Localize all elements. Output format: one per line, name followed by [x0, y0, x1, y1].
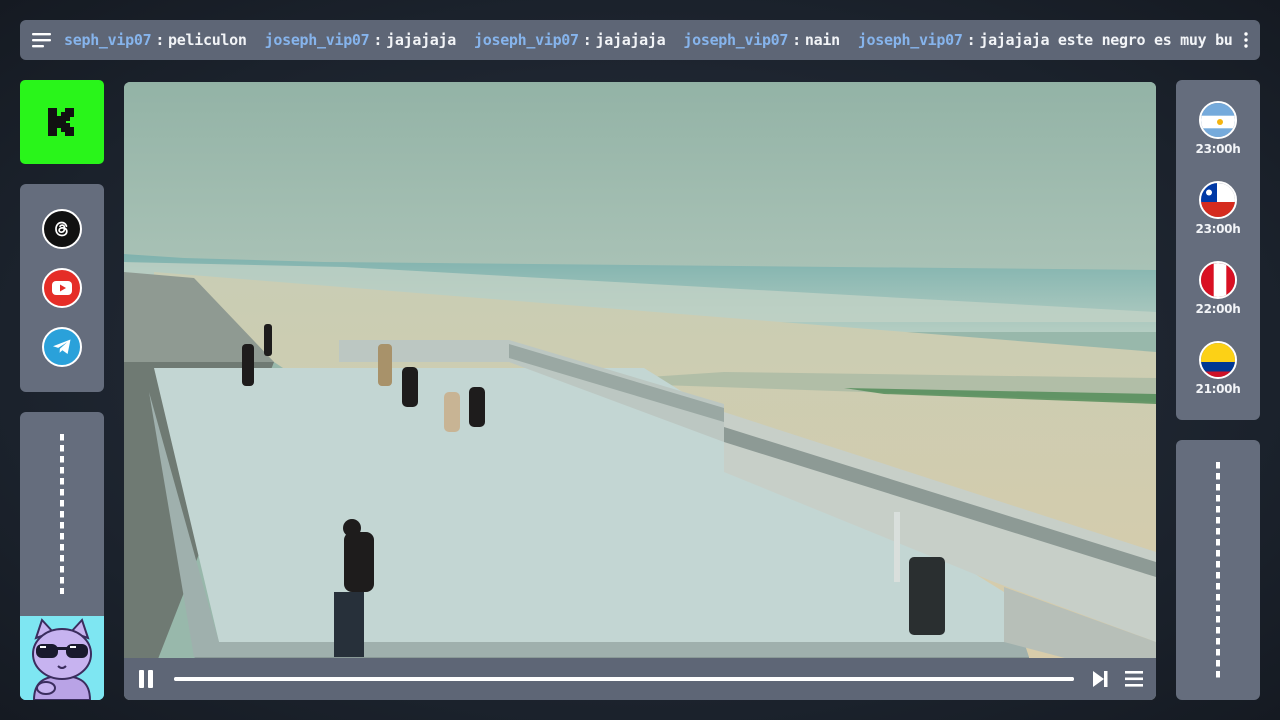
- pause-icon: [139, 670, 153, 688]
- video-controls: [124, 658, 1156, 700]
- cat-avatar: [20, 616, 104, 700]
- pause-button[interactable]: [134, 667, 158, 691]
- chat-message: joseph_vip07: jajajaja: [474, 31, 666, 49]
- video-frame: [124, 82, 1156, 700]
- chat-text: jajajaja este negro es muy buena honda: [979, 31, 1232, 49]
- stream-overlay: seph_vip07: peliculon joseph_vip07: jajaja…: [0, 0, 1280, 720]
- schedule-item-peru: 22:00h: [1176, 261, 1260, 316]
- hamburger-icon: [32, 33, 51, 48]
- schedule-item-chile: 23:00h: [1176, 181, 1260, 236]
- schedule-item-argentina: 23:00h: [1176, 101, 1260, 156]
- chat-username[interactable]: joseph_vip07: [683, 31, 788, 49]
- schedule-time: 23:00h: [1195, 222, 1241, 236]
- more-options-button[interactable]: [1232, 20, 1260, 60]
- chat-separator: :: [582, 31, 592, 49]
- threads-link[interactable]: [42, 209, 82, 249]
- playlist-icon: [1125, 671, 1143, 687]
- youtube-icon: [52, 281, 72, 295]
- schedule-time: 23:00h: [1195, 142, 1241, 156]
- chile-flag-icon: [1199, 181, 1237, 219]
- chat-separator: :: [792, 31, 801, 49]
- chat-message: seph_vip07: peliculon: [64, 31, 247, 49]
- right-side-panel: [1176, 440, 1260, 700]
- youtube-link[interactable]: [42, 268, 82, 308]
- threads-icon: [55, 221, 68, 237]
- dotted-divider: [1216, 462, 1220, 682]
- kick-logo-tile[interactable]: [20, 80, 104, 164]
- peru-flag-icon: [1199, 261, 1237, 299]
- chat-separator: :: [373, 31, 383, 49]
- chat-message: joseph_vip07: jajajaja: [265, 31, 457, 49]
- chat-text: peliculon: [168, 31, 247, 49]
- chat-ticker-bar: seph_vip07: peliculon joseph_vip07: jajaja…: [20, 20, 1260, 60]
- chat-separator: :: [155, 31, 165, 49]
- next-button[interactable]: [1088, 667, 1112, 691]
- chat-message: joseph_vip07: jajajaja este negro es muy …: [858, 31, 1232, 49]
- chat-message: joseph_vip07: nain: [683, 31, 840, 49]
- chat-username[interactable]: joseph_vip07: [265, 31, 370, 49]
- menu-button[interactable]: [20, 20, 64, 60]
- telegram-icon: [53, 339, 71, 354]
- progress-bar[interactable]: [174, 677, 1074, 681]
- chat-text: jajajaja: [595, 31, 666, 49]
- chat-username[interactable]: joseph_vip07: [858, 31, 963, 49]
- cat-mascot-icon: [20, 616, 104, 700]
- chat-separator: :: [966, 31, 976, 49]
- chat-username[interactable]: seph_vip07: [64, 31, 152, 49]
- chat-username[interactable]: joseph_vip07: [474, 31, 579, 49]
- skip-next-icon: [1093, 671, 1108, 687]
- kick-logo-icon: [48, 108, 74, 136]
- schedule-time: 22:00h: [1195, 302, 1241, 316]
- chat-messages: seph_vip07: peliculon joseph_vip07: jajaja…: [64, 31, 1232, 49]
- dotted-divider: [60, 434, 64, 594]
- progress-fill: [174, 677, 1074, 681]
- colombia-flag-icon: [1199, 341, 1237, 379]
- playlist-button[interactable]: [1122, 667, 1146, 691]
- schedule-time: 21:00h: [1195, 382, 1241, 396]
- chat-text: jajajaja: [386, 31, 456, 49]
- telegram-link[interactable]: [42, 327, 82, 367]
- video-player[interactable]: [124, 82, 1156, 700]
- argentina-flag-icon: [1199, 101, 1237, 139]
- schedule-item-colombia: 21:00h: [1176, 341, 1260, 396]
- schedule-panel: 23:00h 23:00h 22:00h 21:00h: [1176, 80, 1260, 420]
- chat-text: nain: [804, 31, 840, 49]
- left-side-panel: [20, 412, 104, 700]
- social-links-panel: [20, 184, 104, 392]
- vertical-dots-icon: [1244, 32, 1248, 48]
